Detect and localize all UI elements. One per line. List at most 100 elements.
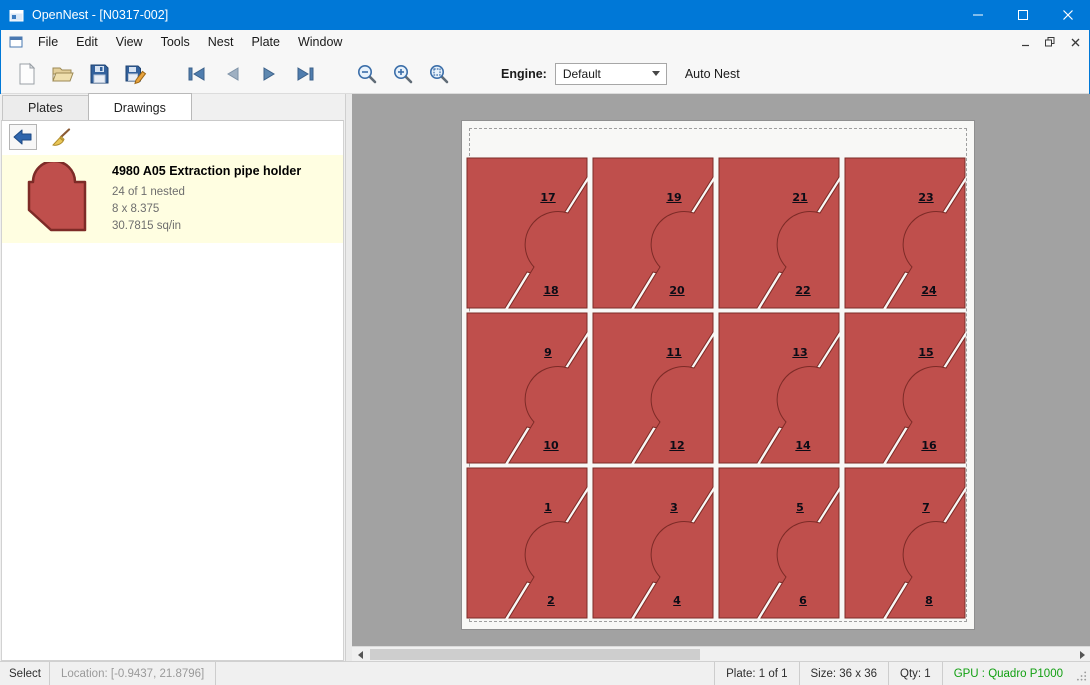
- menu-bar: File Edit View Tools Nest Plate Window: [1, 30, 1089, 54]
- auto-nest-button[interactable]: Auto Nest: [685, 67, 740, 81]
- tab-drawings[interactable]: Drawings: [88, 93, 192, 120]
- update-drawings-button[interactable]: [9, 124, 37, 150]
- part-number-top: 3: [670, 501, 678, 514]
- first-plate-icon: [186, 66, 208, 82]
- nested-part-pair-shape: [716, 155, 842, 310]
- drawings-tab-page: 4980 A05 Extraction pipe holder 24 of 1 …: [1, 120, 344, 661]
- clean-drawings-button[interactable]: [46, 124, 74, 150]
- nest-pair[interactable]: 56: [716, 465, 842, 620]
- nest-pair[interactable]: 2324: [842, 155, 968, 310]
- main-toolbar: Engine: Default Auto Nest: [1, 54, 1089, 94]
- broom-icon: [50, 128, 71, 147]
- part-number-top: 13: [792, 346, 807, 359]
- tab-plates[interactable]: Plates: [2, 95, 89, 120]
- mdi-close-button[interactable]: [1064, 32, 1086, 52]
- menu-item-tools[interactable]: Tools: [152, 31, 199, 53]
- drawing-nested-count: 24 of 1 nested: [112, 184, 301, 201]
- plate: 1718 1920 2122 2324 910 1112 1314 1516 1…: [461, 120, 975, 630]
- nest-pair[interactable]: 34: [590, 465, 716, 620]
- save-button[interactable]: [81, 57, 117, 91]
- scroll-left-button[interactable]: [352, 647, 368, 662]
- part-thumbnail: [10, 162, 102, 236]
- status-plate: Plate: 1 of 1: [714, 662, 798, 685]
- nest-pair[interactable]: 2122: [716, 155, 842, 310]
- part-number-top: 23: [918, 191, 933, 204]
- first-plate-button[interactable]: [179, 57, 215, 91]
- window-title: OpenNest - [N0317-002]: [32, 8, 168, 22]
- last-plate-button[interactable]: [287, 57, 323, 91]
- nested-part-pair-shape: [842, 465, 968, 620]
- engine-value: Default: [563, 67, 601, 81]
- save-icon: [87, 62, 111, 86]
- title-bar: OpenNest - [N0317-002]: [0, 0, 1090, 30]
- nest-pair[interactable]: 1718: [464, 155, 590, 310]
- status-location: Location: [-0.9437, 21.8796]: [50, 662, 216, 685]
- drawings-toolbar: [2, 121, 343, 153]
- part-number-top: 17: [540, 191, 555, 204]
- arrow-left-icon: [13, 129, 33, 145]
- nested-part-pair-shape: [464, 155, 590, 310]
- part-number-bottom: 12: [669, 439, 684, 452]
- nest-pair[interactable]: 78: [842, 465, 968, 620]
- part-number-top: 1: [544, 501, 552, 514]
- menu-item-nest[interactable]: Nest: [199, 31, 243, 53]
- part-number-top: 21: [792, 191, 807, 204]
- nest-pair[interactable]: 1920: [590, 155, 716, 310]
- mdi-minimize-button[interactable]: [1014, 32, 1036, 52]
- zoom-out-button[interactable]: [349, 57, 385, 91]
- resize-grip[interactable]: [1074, 662, 1090, 685]
- left-panel: Plates Drawings: [0, 94, 346, 661]
- engine-label: Engine:: [501, 67, 547, 81]
- zoom-in-button[interactable]: [385, 57, 421, 91]
- mdi-restore-button[interactable]: [1039, 32, 1061, 52]
- maximize-button[interactable]: [1000, 0, 1045, 30]
- nest-pair[interactable]: 1516: [842, 310, 968, 465]
- scrollbar-thumb[interactable]: [370, 649, 700, 660]
- drawing-list-item[interactable]: 4980 A05 Extraction pipe holder 24 of 1 …: [2, 155, 343, 243]
- nested-part-pair-shape: [464, 310, 590, 465]
- minimize-button[interactable]: [955, 0, 1000, 30]
- next-plate-icon: [258, 66, 280, 82]
- close-button[interactable]: [1045, 0, 1090, 30]
- save-as-icon: [123, 62, 147, 86]
- nest-pair[interactable]: 11 12: [590, 310, 716, 465]
- zoom-fit-button[interactable]: [421, 57, 457, 91]
- scroll-left-icon: [358, 651, 363, 659]
- scroll-right-button[interactable]: [1074, 647, 1090, 662]
- next-plate-button[interactable]: [251, 57, 287, 91]
- open-button[interactable]: [45, 57, 81, 91]
- status-size: Size: 36 x 36: [799, 662, 888, 685]
- save-as-button[interactable]: [117, 57, 153, 91]
- horizontal-scrollbar[interactable]: [352, 646, 1090, 661]
- last-plate-icon: [294, 66, 316, 82]
- part-number-bottom: 4: [673, 594, 681, 607]
- zoom-out-icon: [355, 62, 379, 86]
- part-number-bottom: 2: [547, 594, 555, 607]
- part-number-top: 9: [544, 346, 552, 359]
- engine-select[interactable]: Default: [555, 63, 667, 85]
- document-icon[interactable]: [9, 35, 23, 49]
- menu-item-plate[interactable]: Plate: [242, 31, 289, 53]
- part-number-bottom: 20: [669, 284, 684, 297]
- menu-item-window[interactable]: Window: [289, 31, 351, 53]
- part-number-top: 15: [918, 346, 933, 359]
- panel-tabs: Plates Drawings: [0, 94, 345, 120]
- app-icon: [9, 8, 24, 23]
- menu-item-file[interactable]: File: [29, 31, 67, 53]
- nest-pair[interactable]: 13 14: [716, 310, 842, 465]
- nest-canvas[interactable]: 1718 1920 2122 2324 910 1112 1314 1516 1…: [352, 94, 1090, 646]
- nest-pair[interactable]: 12: [464, 465, 590, 620]
- zoom-in-icon: [391, 62, 415, 86]
- main-area: Plates Drawings: [0, 94, 1090, 661]
- menu-item-edit[interactable]: Edit: [67, 31, 107, 53]
- nested-part-pair-shape: [590, 310, 716, 465]
- previous-plate-icon: [222, 66, 244, 82]
- drawing-size: 8 x 8.375: [112, 201, 301, 218]
- previous-plate-button[interactable]: [215, 57, 251, 91]
- new-button[interactable]: [9, 57, 45, 91]
- nest-pair[interactable]: 910: [464, 310, 590, 465]
- menu-item-view[interactable]: View: [107, 31, 152, 53]
- open-folder-icon: [51, 62, 75, 86]
- part-number-bottom: 14: [795, 439, 810, 452]
- part-number-top: 11: [666, 346, 681, 359]
